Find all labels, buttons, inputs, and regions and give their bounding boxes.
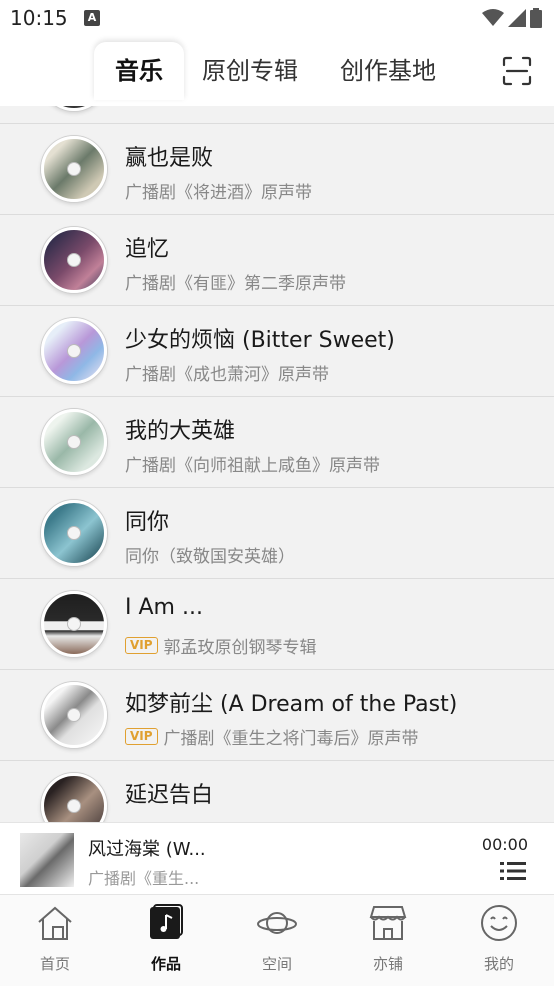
album-disc xyxy=(41,227,107,293)
song-title: 赢也是败 xyxy=(125,146,214,171)
song-subtitle: 广播剧《向师祖献上咸鱼》原声带 xyxy=(125,456,380,476)
song-subtitle: 广播剧《将进酒》原声带 xyxy=(125,183,312,203)
song-title: 我的大英雄 xyxy=(125,419,236,444)
nav-label: 空间 xyxy=(261,955,292,973)
signal-icon xyxy=(508,9,526,27)
song-subtitle: VIP 广播剧《重生之将门毒后》原声带 xyxy=(125,724,419,749)
status-indicators xyxy=(482,8,542,28)
a-notification-icon: A xyxy=(84,10,100,26)
song-subtitle: 同你（致敬国安英雄） xyxy=(125,547,295,567)
player-album-cover[interactable] xyxy=(20,833,74,887)
list-item[interactable]: 赢也是败 广播剧《将进酒》原声带 xyxy=(0,124,554,215)
song-subtitle: VIP 郭孟玫原创钢琴专辑 xyxy=(125,633,317,658)
shop-icon xyxy=(369,906,407,940)
nav-label: 首页 xyxy=(39,955,70,973)
song-subtitle: 广播剧《有匪》第二季原声带 xyxy=(125,274,346,294)
house-icon xyxy=(38,906,72,940)
player-song-subtitle: 广播剧《重生... xyxy=(88,869,200,888)
vip-badge: VIP xyxy=(125,637,158,654)
album-disc xyxy=(41,591,107,657)
list-item[interactable]: 我的大英雄 广播剧《向师祖献上咸鱼》原声带 xyxy=(0,397,554,488)
tab-music[interactable]: 音乐 xyxy=(94,42,184,100)
playlist-icon[interactable] xyxy=(500,861,526,881)
song-list[interactable]: 赢也是败 广播剧《将进酒》原声带 追忆 广播剧《有匪》第二季原声带 少女的烦恼 … xyxy=(0,106,554,822)
status-time: 10:15 xyxy=(10,6,68,30)
list-item[interactable]: 如梦前尘 (A Dream of the Past) VIP 广播剧《重生之将门… xyxy=(0,670,554,761)
status-bar: 10:15 A xyxy=(0,0,554,38)
nav-label: 我的 xyxy=(483,955,514,973)
list-item[interactable]: I Am ... VIP 郭孟玫原创钢琴专辑 xyxy=(0,579,554,670)
album-disc xyxy=(41,106,107,111)
smiley-icon xyxy=(481,905,517,941)
mini-player[interactable]: 风过海棠 (W... 广播剧《重生... 00:00 xyxy=(0,822,554,894)
list-item[interactable]: 少女的烦恼 (Bitter Sweet) 广播剧《成也萧河》原声带 xyxy=(0,306,554,397)
wifi-icon xyxy=(482,9,504,26)
album-disc xyxy=(41,682,107,748)
scan-icon[interactable] xyxy=(502,56,532,86)
nav-item-home[interactable]: 首页 xyxy=(10,903,100,974)
song-title: 少女的烦恼 (Bitter Sweet) xyxy=(125,328,395,353)
vip-badge: VIP xyxy=(125,728,158,745)
nav-item-space[interactable]: 空间 xyxy=(232,903,322,974)
song-title: 延迟告白 xyxy=(125,783,214,808)
top-tab-bar: 音乐 原创专辑 创作基地 xyxy=(0,38,554,106)
player-song-title: 风过海棠 (W... xyxy=(88,839,206,860)
list-item[interactable]: 延迟告白 xyxy=(0,761,554,822)
list-item[interactable]: 追忆 广播剧《有匪》第二季原声带 xyxy=(0,215,554,306)
song-title: I Am ... xyxy=(125,595,203,620)
music-note-icon xyxy=(150,904,183,939)
song-subtitle: 广播剧《成也萧河》原声带 xyxy=(125,365,329,385)
song-title: 如梦前尘 (A Dream of the Past) xyxy=(125,692,458,717)
album-disc xyxy=(41,773,107,822)
nav-label: 亦铺 xyxy=(372,955,403,973)
list-item[interactable]: 同你 同你（致敬国安英雄） xyxy=(0,488,554,579)
player-time: 00:00 xyxy=(481,835,528,854)
album-disc xyxy=(41,500,107,566)
song-title: 追忆 xyxy=(125,237,170,262)
battery-icon xyxy=(530,8,542,28)
bottom-nav: 首页 作品 空间 亦铺 我的 xyxy=(0,894,554,986)
song-title: 同你 xyxy=(125,510,170,535)
album-disc xyxy=(41,409,107,475)
list-item[interactable] xyxy=(0,106,554,124)
album-disc xyxy=(41,136,107,202)
nav-item-works[interactable]: 作品 xyxy=(121,903,211,974)
nav-item-shop[interactable]: 亦铺 xyxy=(343,903,433,974)
planet-icon xyxy=(257,912,297,934)
nav-item-mine[interactable]: 我的 xyxy=(454,903,544,974)
tab-creation-base[interactable]: 创作基地 xyxy=(340,42,436,100)
album-disc xyxy=(41,318,107,384)
nav-label: 作品 xyxy=(150,955,181,973)
tab-original-albums[interactable]: 原创专辑 xyxy=(202,42,298,100)
